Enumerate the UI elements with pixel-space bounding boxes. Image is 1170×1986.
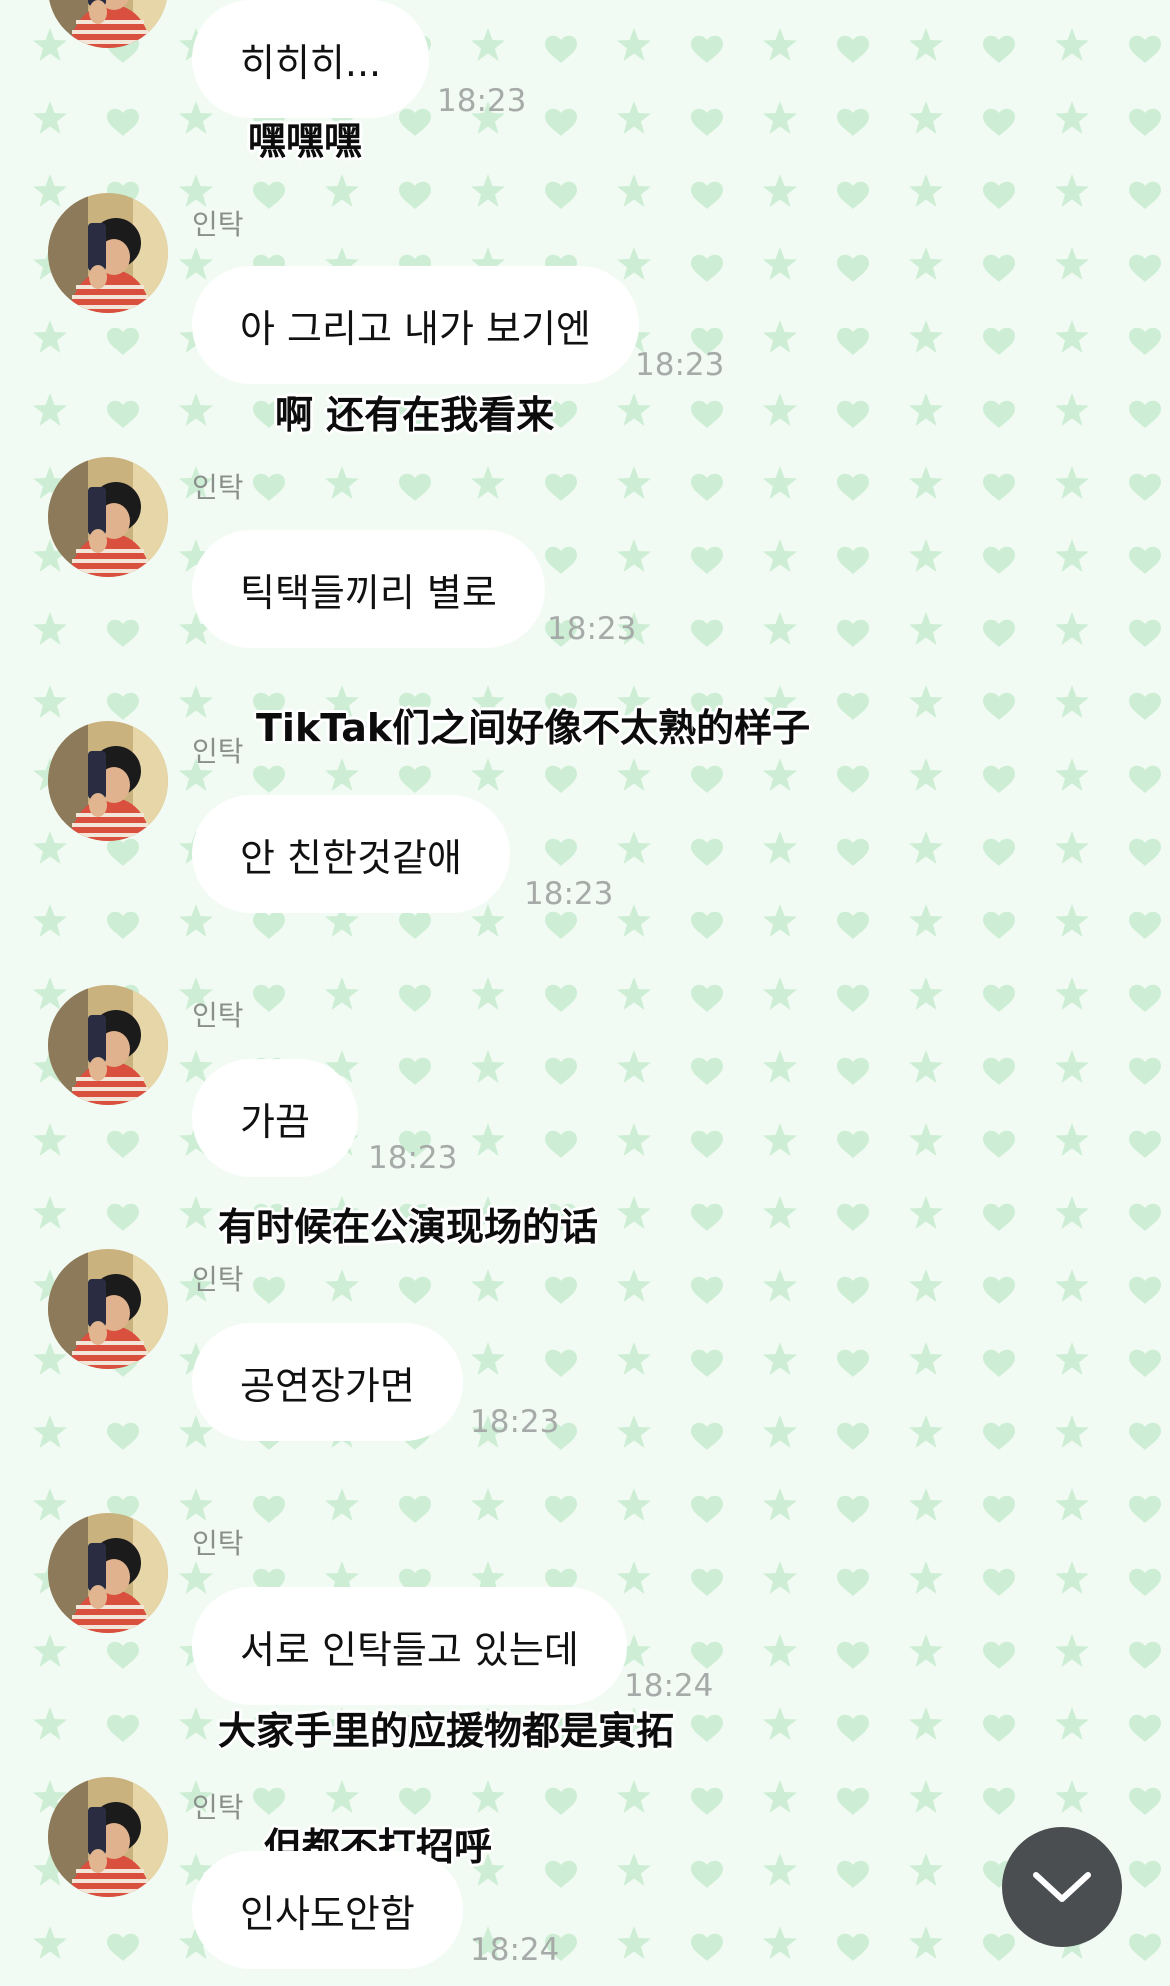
chevron-down-icon [1033,1872,1091,1902]
avatar[interactable] [48,985,168,1105]
message-text: 가끔 [240,1099,310,1144]
message-timestamp: 18:24 [624,1668,714,1704]
sender-name: 인탁 [192,735,244,768]
scroll-to-bottom-button[interactable] [1002,1827,1122,1947]
sender-name: 인탁 [192,999,244,1032]
sender-name: 인탁 [192,1791,244,1824]
message-bubble[interactable]: 안 친한것같애 [192,795,510,913]
message-bubble[interactable]: 히히히... [192,0,430,118]
message-timestamp: 18:23 [437,83,527,119]
message-text: 인사도안함 [240,1891,415,1936]
message-bubble[interactable]: 공연장가면 [192,1323,463,1441]
avatar[interactable] [48,457,168,577]
sender-name: 인탁 [192,471,244,504]
message-text: 안 친한것같애 [240,835,462,880]
message-timestamp: 18:23 [547,611,637,647]
avatar[interactable] [48,0,168,48]
avatar[interactable] [48,1249,168,1369]
message-bubble[interactable]: 틱택들끼리 별로 [192,530,545,648]
chat-message-list[interactable]: 히히히... 18:23 嘿嘿嘿 인탁 아 그리고 내가 보기엔 18:23 啊… [0,0,1170,1986]
translation-caption: TikTak们之间好像不太熟的样子 [256,706,811,750]
translation-caption: 有时候在公演现场的话 [218,1205,599,1249]
sender-name: 인탁 [192,208,244,241]
message-timestamp: 18:23 [635,347,725,383]
message-bubble[interactable]: 인사도안함 [192,1851,463,1969]
message-bubble[interactable]: 서로 인탁들고 있는데 [192,1587,627,1705]
message-bubble[interactable]: 아 그리고 내가 보기엔 [192,266,639,384]
avatar[interactable] [48,193,168,313]
message-timestamp: 18:23 [470,1404,560,1440]
message-timestamp: 18:24 [470,1932,560,1968]
avatar[interactable] [48,721,168,841]
message-timestamp: 18:23 [524,876,614,912]
message-text: 아 그리고 내가 보기엔 [240,306,591,351]
avatar[interactable] [48,1777,168,1897]
translation-caption: 啊 还有在我看来 [275,393,555,437]
message-timestamp: 18:23 [368,1140,458,1176]
translation-caption: 大家手里的应援物都是寅拓 [218,1709,675,1753]
message-text: 서로 인탁들고 있는데 [240,1627,579,1672]
message-bubble[interactable]: 가끔 [192,1059,358,1177]
avatar[interactable] [48,1513,168,1633]
message-text: 히히히... [240,40,382,85]
message-text: 틱택들끼리 별로 [240,570,497,615]
message-text: 공연장가면 [240,1363,415,1408]
translation-caption: 嘿嘿嘿 [248,119,363,163]
sender-name: 인탁 [192,1527,244,1560]
sender-name: 인탁 [192,1263,244,1296]
